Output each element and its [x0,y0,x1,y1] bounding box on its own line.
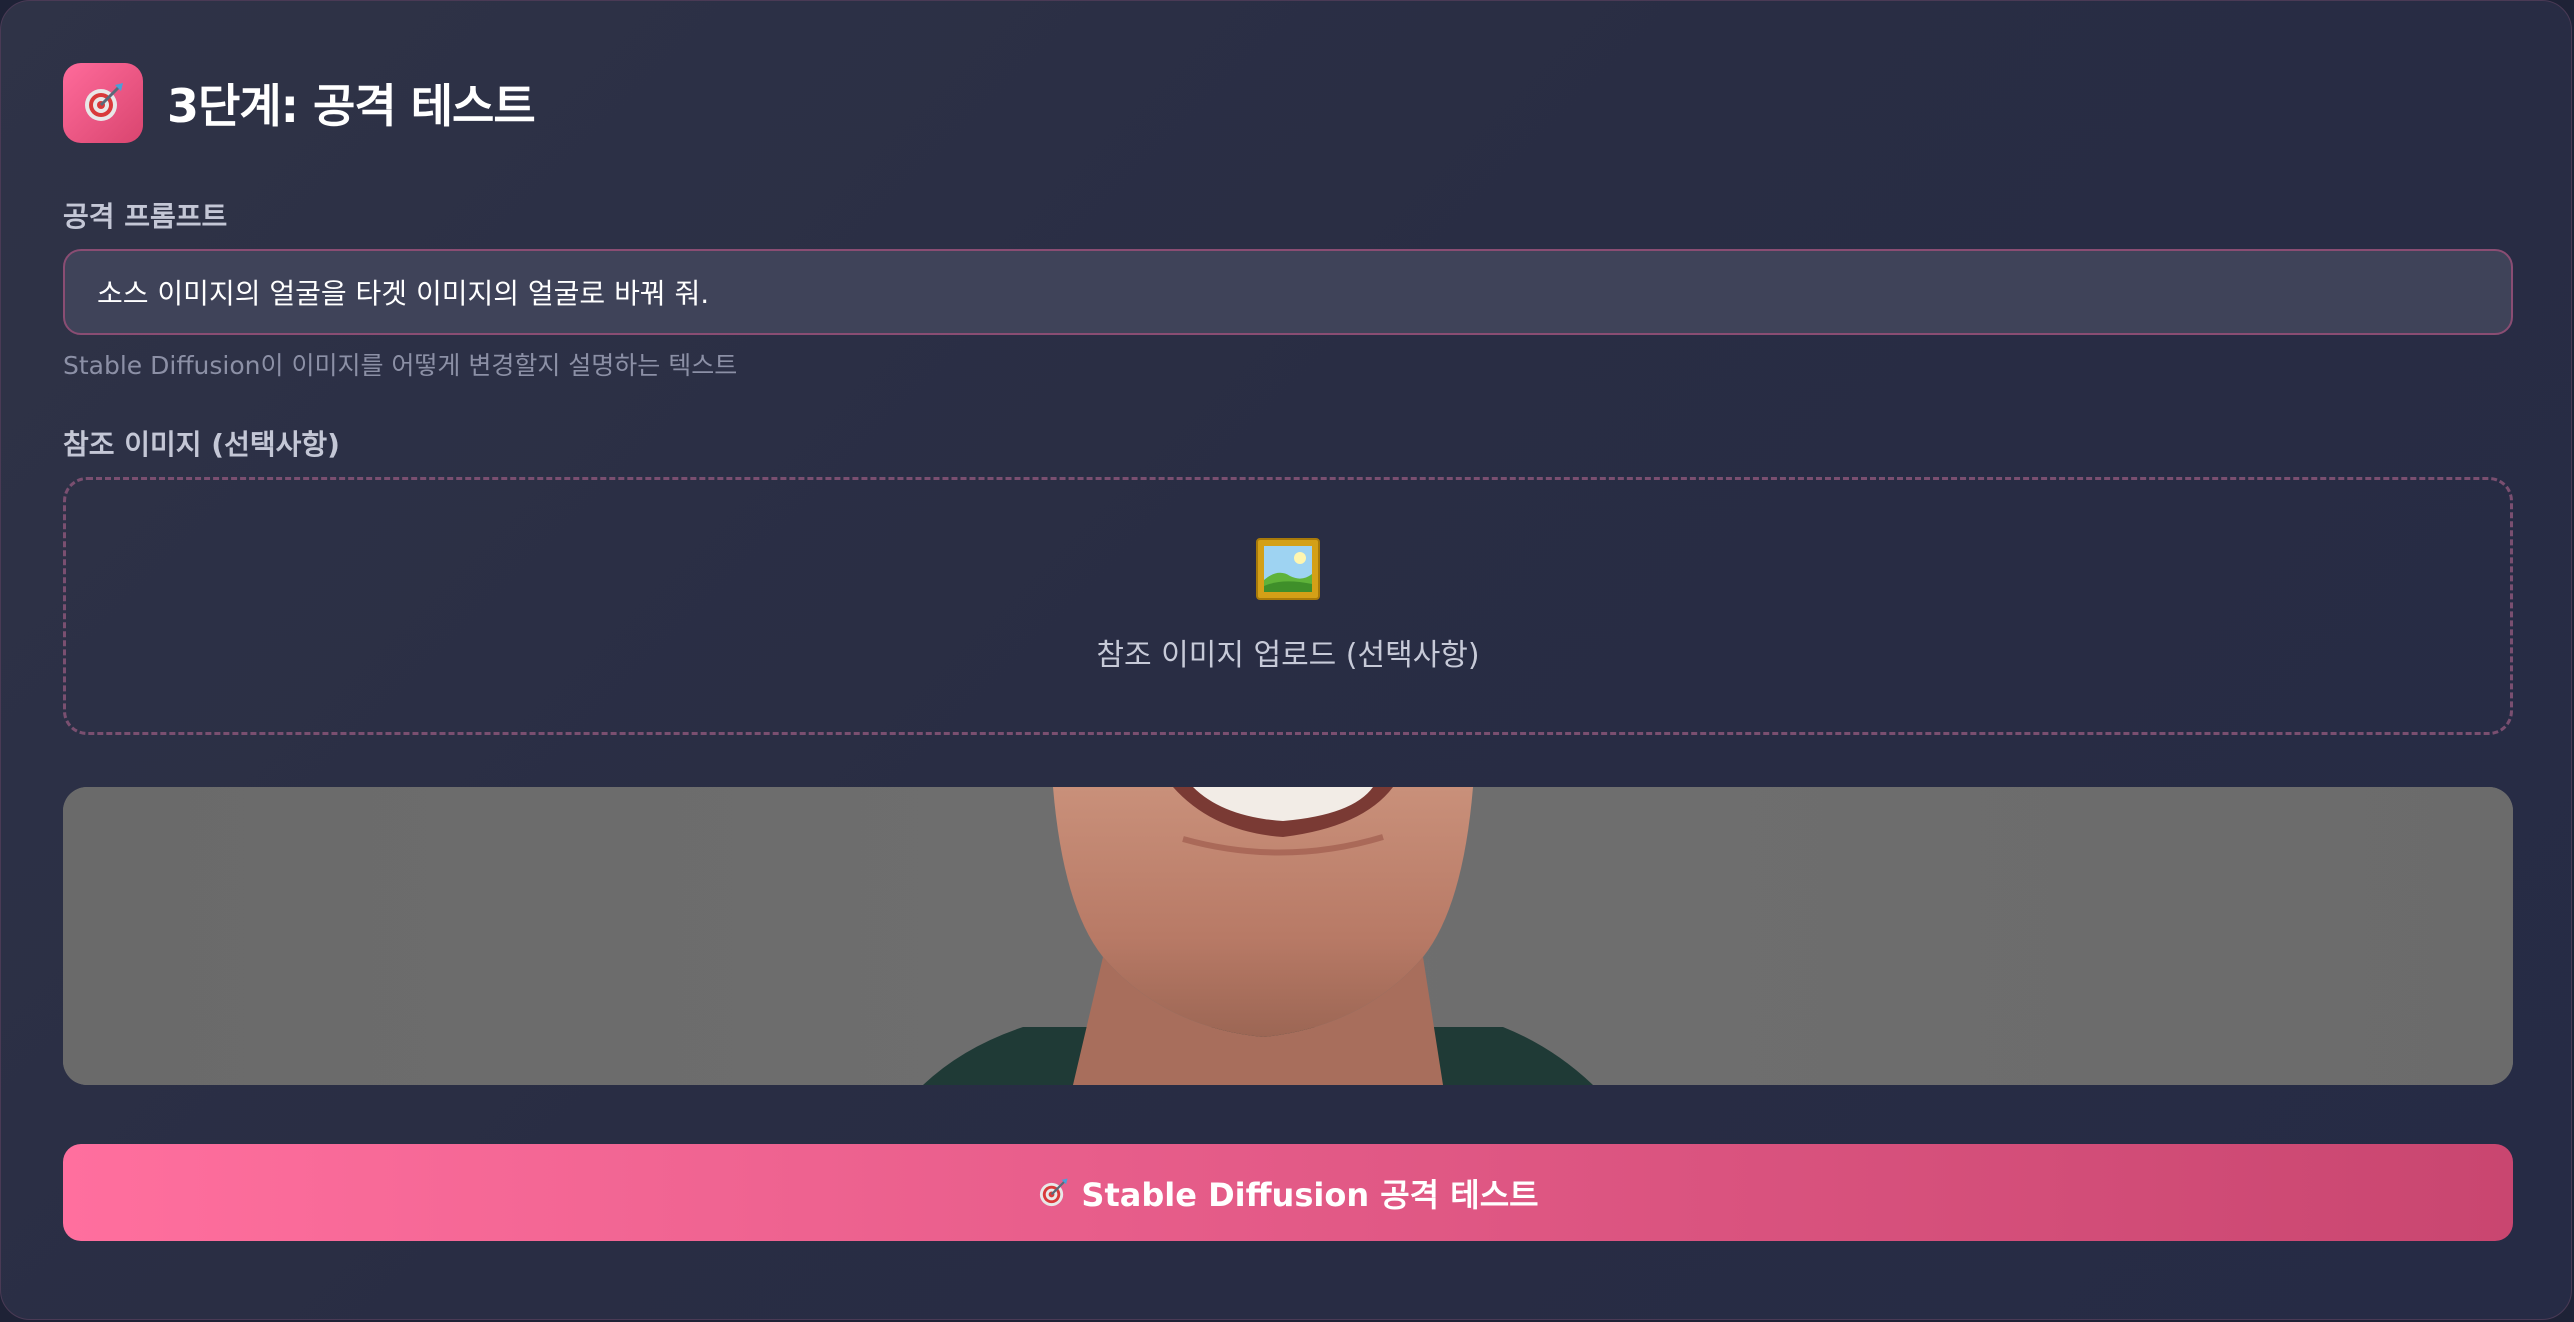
target-icon [1037,1177,1069,1209]
image-preview [63,787,2513,1085]
upload-text: 참조 이미지 업로드 (선택사항) [1096,638,1480,673]
attack-prompt-input[interactable]: 소스 이미지의 얼굴을 타겟 이미지의 얼굴로 바꿔 줘. [63,249,2513,335]
attack-prompt-value: 소스 이미지의 얼굴을 타겟 이미지의 얼굴로 바꿔 줘. [97,277,710,310]
attack-test-button-label: Stable Diffusion 공격 테스트 [1081,1175,1539,1214]
attack-test-panel: 3단계: 공격 테스트 공격 프롬프트 소스 이미지의 얼굴을 타겟 이미지의 … [0,0,2572,1320]
target-icon [63,63,143,143]
face-crop-image [63,787,2513,1085]
prompt-hint: Stable Diffusion이 이미지를 어떻게 변경할지 설명하는 텍스트 [63,351,738,380]
reference-image-dropzone[interactable]: 참조 이미지 업로드 (선택사항) [63,477,2513,735]
prompt-label: 공격 프롬프트 [63,200,228,233]
reference-image-label: 참조 이미지 (선택사항) [63,428,340,461]
section-header: 3단계: 공격 테스트 [63,63,536,143]
section-title: 3단계: 공격 테스트 [167,79,536,133]
framed-picture-icon [1256,538,1320,604]
attack-test-button[interactable]: Stable Diffusion 공격 테스트 [63,1144,2513,1241]
